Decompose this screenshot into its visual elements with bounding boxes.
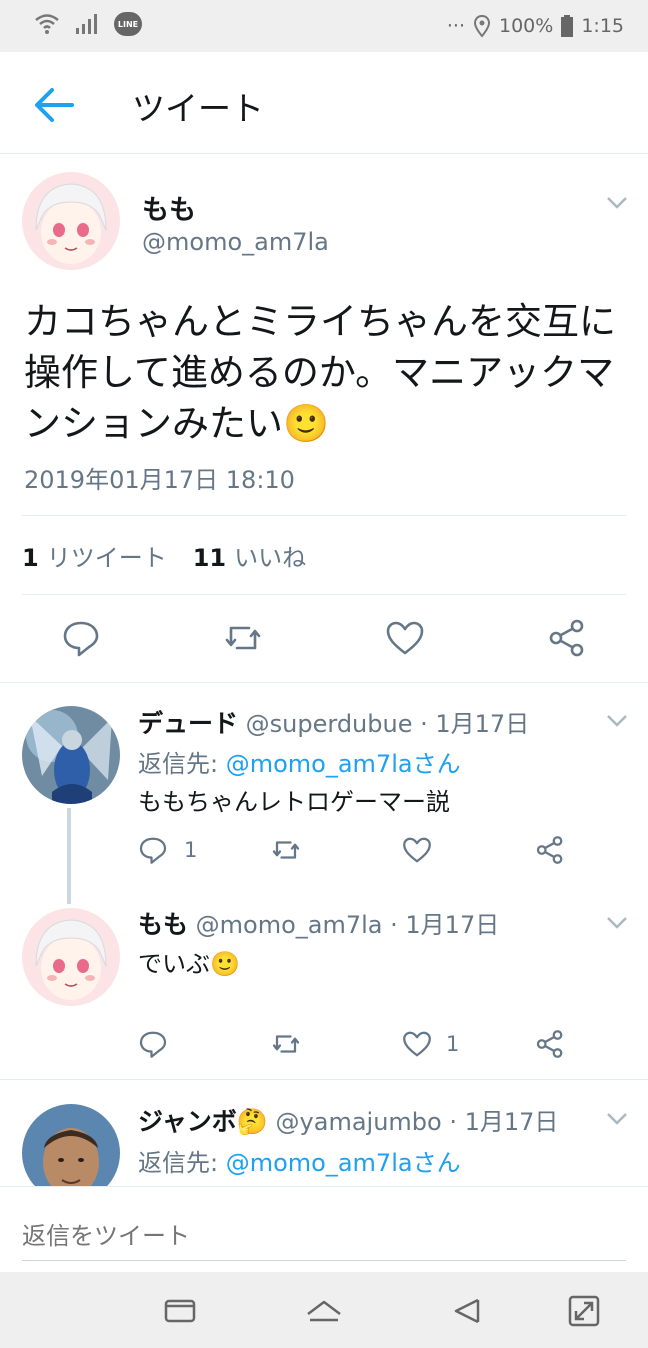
retweet-icon[interactable] [271, 835, 301, 865]
like-icon[interactable] [385, 618, 425, 658]
reply-author-name[interactable]: ジャンボ🤔 [138, 1107, 268, 1136]
retweet-icon[interactable] [223, 618, 263, 658]
reply-date: · 1月17日 [420, 710, 530, 738]
app-header: ツイート [0, 52, 648, 154]
page-title: ツイート [132, 89, 264, 128]
chevron-down-icon[interactable] [606, 714, 628, 728]
more-dots: ··· [446, 15, 465, 37]
expand-icon[interactable] [564, 1292, 604, 1330]
tweet-author-handle[interactable]: @momo_am7la [142, 228, 329, 256]
reply-author-handle[interactable]: @yamajumbo [276, 1108, 442, 1136]
share-icon[interactable] [535, 835, 565, 865]
retweet-icon[interactable] [271, 1029, 301, 1059]
share-icon[interactable] [535, 1029, 565, 1059]
reply-to-mention[interactable]: @momo_am7laさん [226, 750, 461, 778]
reply-text: でいぶ🙂 [138, 950, 240, 978]
retweet-count: 1 [22, 544, 39, 572]
wifi-icon [35, 14, 59, 34]
battery-icon [561, 15, 574, 37]
reply-to-line: 返信先: @momo_am7laさん [138, 744, 461, 779]
home-icon[interactable] [304, 1292, 344, 1330]
retweet-label: リツイート [46, 544, 167, 572]
reply-to-mention[interactable]: @momo_am7laさん [226, 1149, 461, 1177]
reply-date: · 1月17日 [390, 911, 500, 939]
section-divider [0, 1079, 648, 1080]
reply-count: 1 [184, 838, 198, 862]
reply-header: デュード @superdubue · 1月17日 [138, 704, 529, 740]
like-stat[interactable]: 11 いいね [193, 538, 306, 573]
retweet-stat[interactable]: 1 リツイート [22, 538, 167, 573]
like-count: 11 [192, 544, 227, 572]
line-app-icon: LINE [114, 12, 142, 36]
reply-input[interactable] [22, 1211, 626, 1261]
reply-icon[interactable] [138, 835, 168, 865]
like-icon[interactable] [402, 835, 432, 865]
avatar-dude[interactable] [22, 706, 120, 804]
reply-to-label: 返信先: [138, 750, 226, 778]
location-icon [473, 14, 491, 38]
signal-icon [76, 14, 97, 34]
reply-author-name[interactable]: もも [138, 910, 188, 939]
battery-percent: 100% [499, 15, 554, 37]
chevron-down-icon[interactable] [606, 916, 628, 930]
tweet-text: カコちゃんとミライちゃんを交互に操作して進めるのか。マニアックマンションみたい🙂 [24, 300, 616, 445]
like-label: いいね [234, 544, 307, 572]
avatar-momo[interactable] [22, 908, 120, 1006]
divider [22, 594, 626, 595]
thread-line [67, 808, 71, 904]
chevron-down-icon[interactable] [606, 1112, 628, 1126]
like-count: 1 [446, 1032, 460, 1056]
section-divider [0, 682, 648, 683]
chevron-down-icon[interactable] [606, 196, 628, 210]
reply-icon[interactable] [61, 618, 101, 658]
reply-text: ももちゃんレトロゲーマー説 [138, 788, 450, 816]
tweet-author-name[interactable]: もも [142, 188, 196, 227]
reply-icon[interactable] [138, 1029, 168, 1059]
reply-date: · 1月17日 [449, 1108, 559, 1136]
reply-author-handle[interactable]: @superdubue [246, 710, 413, 738]
back-arrow-icon[interactable] [30, 84, 78, 126]
reply-author-name[interactable]: デュード [138, 709, 238, 738]
reply-author-handle[interactable]: @momo_am7la [196, 911, 383, 939]
reply-composer [0, 1186, 648, 1272]
avatar-momo[interactable] [22, 172, 120, 270]
reply-to-label: 返信先: [138, 1149, 226, 1177]
divider [22, 515, 626, 516]
recent-apps-icon[interactable] [160, 1292, 200, 1330]
reply-header: もも @momo_am7la · 1月17日 [138, 905, 499, 941]
clock: 1:15 [581, 15, 624, 37]
tweet-stats: 1 リツイート 11 いいね [22, 538, 306, 573]
back-icon[interactable] [448, 1292, 488, 1330]
like-icon[interactable] [402, 1029, 432, 1059]
system-nav-bar [0, 1272, 648, 1348]
tweet-timestamp: 2019年01月17日 18:10 [24, 466, 295, 494]
reply-header: ジャンボ🤔 @yamajumbo · 1月17日 [138, 1102, 558, 1138]
status-bar: LINE ··· 100% 1:15 [0, 0, 648, 52]
reply-to-line: 返信先: @momo_am7laさん [138, 1143, 461, 1178]
share-icon[interactable] [547, 618, 587, 658]
